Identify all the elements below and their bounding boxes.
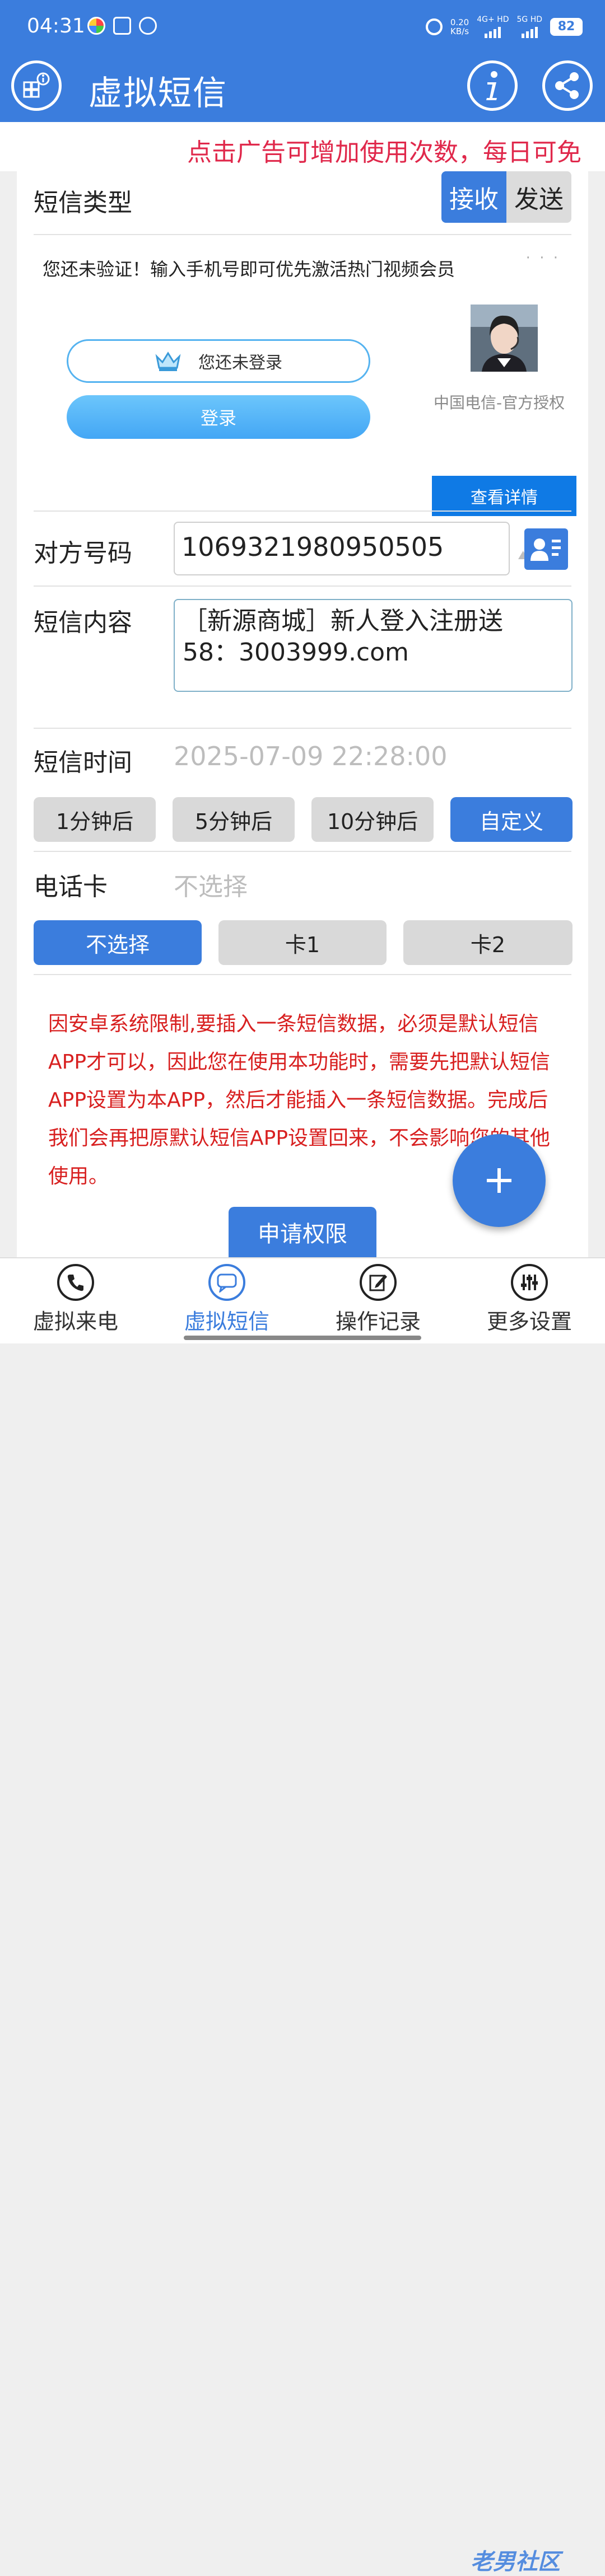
divider <box>34 851 571 852</box>
ad-banner[interactable]: 您还未验证！输入手机号即可优先激活热门视频会员 · · · 您还未登录 登录 中… <box>34 238 576 563</box>
signal-bars-icon <box>485 24 501 38</box>
sim-none-button[interactable]: 不选择 <box>34 920 202 965</box>
divider <box>34 974 571 975</box>
info-icon[interactable] <box>467 60 518 111</box>
sms-type-receive[interactable]: 接收 <box>441 171 506 223</box>
ad-not-logged-in-text: 您还未登录 <box>198 353 282 373</box>
sim2-signal: 5G HD <box>516 16 542 38</box>
sms-content-line2: 58：3003999.com <box>183 638 409 667</box>
pause-icon <box>139 17 157 35</box>
sms-type-label: 短信类型 <box>34 189 132 217</box>
alarm-icon <box>425 18 443 35</box>
sms-content-textarea[interactable]: ［新源商城］新人登入注册送 58：3003999.com <box>174 599 573 692</box>
sim-1-button[interactable]: 卡1 <box>218 920 387 965</box>
phone-icon <box>57 1264 94 1301</box>
bottom-nav: 虚拟来电 虚拟短信 操作记录 更多设置 老男社区 <box>0 1257 605 2575</box>
divider <box>34 586 571 587</box>
ad-menu-icon[interactable]: · · · <box>526 250 560 266</box>
nav-virtual-sms[interactable]: 虚拟短信 <box>151 1264 302 1342</box>
ad-headline: 您还未验证！输入手机号即可优先激活热门视频会员 <box>43 259 455 280</box>
battery-indicator: 82 <box>550 18 583 36</box>
time-custom-button[interactable]: 自定义 <box>450 797 573 842</box>
app-bar: 虚拟短信 <box>0 56 605 122</box>
sms-type-toggle: 接收 发送 <box>441 171 571 223</box>
ad-login-button[interactable]: 登录 <box>67 395 370 439</box>
share-icon[interactable] <box>542 60 593 111</box>
ad-brand: 中国电信-官方授权 <box>434 394 565 412</box>
sim2-label: 5G HD <box>516 15 542 24</box>
app-logo-icon[interactable] <box>11 60 62 111</box>
sms-time-value[interactable]: 2025-07-09 22:28:00 <box>174 741 448 771</box>
sim-card-value: 不选择 <box>174 873 248 901</box>
sim1-signal: 4G+ HD <box>477 16 509 38</box>
peer-number-input[interactable]: 1069321980950505 <box>174 522 510 575</box>
sms-content-label: 短信内容 <box>34 608 132 637</box>
edit-icon <box>360 1264 397 1301</box>
sliders-icon <box>511 1264 548 1301</box>
nav-label: 虚拟来电 <box>32 1309 118 1334</box>
peer-number-label: 对方号码 <box>34 539 132 568</box>
time-1min-button[interactable]: 1分钟后 <box>34 797 156 842</box>
signal-bars-icon <box>521 24 538 38</box>
nav-label: 虚拟短信 <box>184 1309 269 1334</box>
nav-virtual-call[interactable]: 虚拟来电 <box>0 1264 151 1342</box>
page-title: 虚拟短信 <box>89 74 227 113</box>
nav-label: 更多设置 <box>486 1309 572 1334</box>
app-notification-icon <box>87 17 105 35</box>
divider <box>34 510 571 512</box>
sim-2-button[interactable]: 卡2 <box>403 920 573 965</box>
ad-marquee[interactable]: 点击广告可增加使用次数，每日可免 <box>0 122 605 171</box>
crown-icon <box>155 352 181 371</box>
time-10min-button[interactable]: 10分钟后 <box>311 797 434 842</box>
nav-label: 操作记录 <box>335 1309 421 1334</box>
add-fab-button[interactable] <box>453 1134 546 1227</box>
request-permission-button[interactable]: 申请权限 <box>229 1207 376 1257</box>
sms-content-line1: ［新源商城］新人登入注册送 <box>183 607 503 635</box>
status-bar: 04:31 0.20 KB/s 4G+ HD 5G HD 82 <box>0 0 605 56</box>
baidu-icon <box>113 17 131 35</box>
net-speed-unit: KB/s <box>450 26 469 36</box>
notification-icons <box>87 17 157 35</box>
message-icon <box>208 1264 245 1301</box>
marquee-text: 点击广告可增加使用次数，每日可免 <box>187 138 581 167</box>
nav-more-settings[interactable]: 更多设置 <box>454 1264 605 1342</box>
sms-type-send[interactable]: 发送 <box>506 171 571 223</box>
sim1-label: 4G+ HD <box>477 15 509 24</box>
contact-book-icon[interactable] <box>524 528 568 570</box>
status-right: 0.20 KB/s 4G+ HD 5G HD 82 <box>425 16 583 38</box>
plus-icon <box>487 1168 511 1193</box>
sms-time-label: 短信时间 <box>34 748 132 777</box>
sim-card-label: 电话卡 <box>34 873 108 901</box>
status-time: 04:31 <box>27 15 85 38</box>
nav-operation-log[interactable]: 操作记录 <box>302 1264 454 1342</box>
divider <box>34 728 571 729</box>
time-5min-button[interactable]: 5分钟后 <box>173 797 295 842</box>
net-speed: 0.20 KB/s <box>450 18 469 36</box>
ad-agent-photo <box>471 305 538 372</box>
ad-not-logged-in[interactable]: 您还未登录 <box>67 339 370 383</box>
watermark-logo: 老男社区 <box>471 2549 560 2575</box>
divider <box>34 234 571 235</box>
home-indicator <box>184 1336 421 1340</box>
